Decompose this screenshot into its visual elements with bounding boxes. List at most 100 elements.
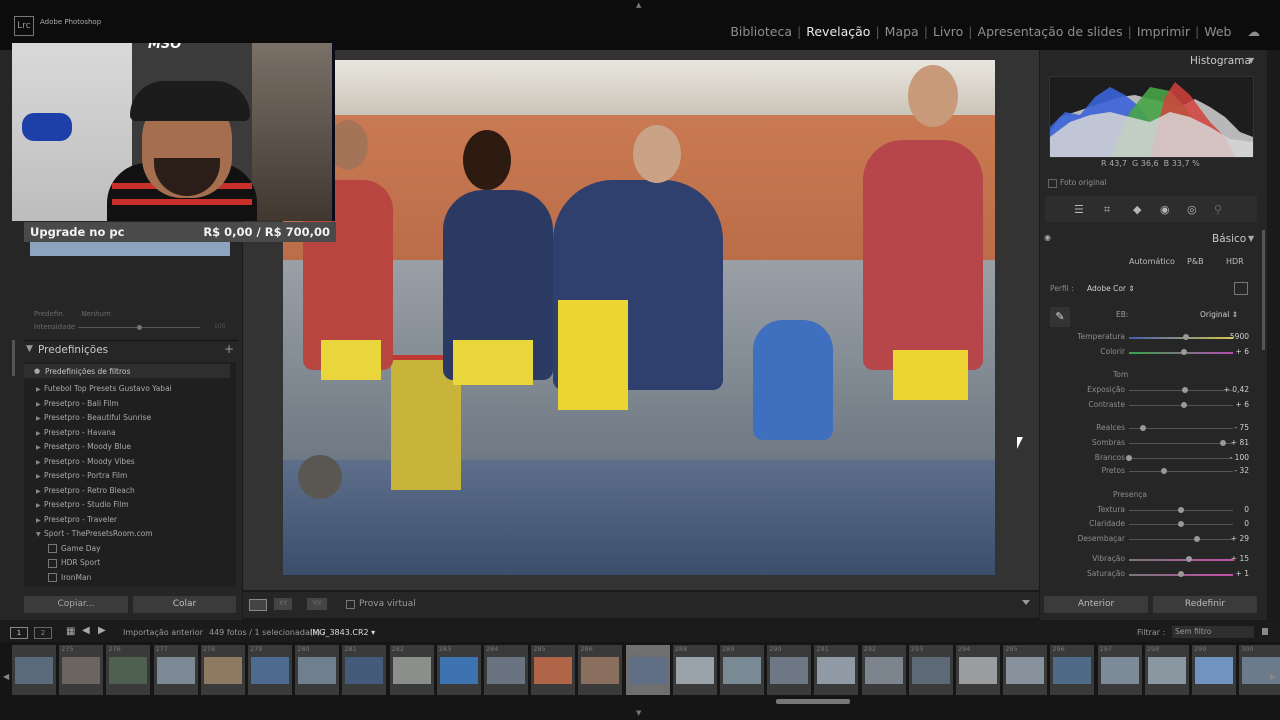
preset-group[interactable]: ▶ Presetpro - Moody Blue xyxy=(36,442,131,451)
preset-item[interactable]: IronMan xyxy=(48,573,91,582)
auto-button[interactable]: Automático xyxy=(1129,257,1175,266)
filmstrip-thumb[interactable]: 276 xyxy=(106,645,151,695)
collapsed-triangle-icon[interactable]: ▶ xyxy=(36,430,44,437)
masking-icon[interactable]: ◎ xyxy=(1187,203,1197,216)
slider-knob[interactable] xyxy=(1183,334,1190,340)
histogram-title[interactable]: Histograma xyxy=(1190,55,1251,67)
filmstrip-thumb[interactable]: 277 xyxy=(153,645,198,695)
slider-brancos[interactable]: Brancos - 100 xyxy=(1045,453,1257,465)
collapsed-triangle-icon[interactable]: ▶ xyxy=(36,386,44,393)
slider-desembacar[interactable]: Desembaçar + 29 xyxy=(1045,534,1257,546)
slider-knob[interactable] xyxy=(1193,536,1200,542)
filmstrip-thumb[interactable]: 297 xyxy=(1097,645,1142,695)
slider-value[interactable]: - 32 xyxy=(1234,466,1249,475)
slider-knob[interactable] xyxy=(1181,349,1188,355)
slider-pretos[interactable]: Pretos - 32 xyxy=(1045,466,1257,478)
slider-value[interactable]: + 6 xyxy=(1236,347,1249,356)
histogram[interactable] xyxy=(1049,76,1254,158)
slider-knob[interactable] xyxy=(1186,556,1193,562)
basic-title[interactable]: Básico xyxy=(1212,233,1246,245)
filmstrip-thumb[interactable]: 278 xyxy=(200,645,245,695)
module-0[interactable]: Biblioteca xyxy=(726,24,796,39)
slider-track[interactable] xyxy=(1129,539,1233,540)
filmstrip-thumb[interactable]: 288 xyxy=(672,645,717,695)
slider-claridade[interactable]: Claridade 0 xyxy=(1045,519,1257,531)
preset-group[interactable]: ▶ Presetpro - Havana xyxy=(36,428,116,437)
filmstrip-scroll-left-icon[interactable]: ◀ xyxy=(3,672,9,681)
crop-icon[interactable]: ⌗ xyxy=(1104,203,1110,217)
source-label[interactable]: Importação anterior xyxy=(123,628,203,637)
right-panel-scrollbar[interactable] xyxy=(1262,230,1265,350)
module-2[interactable]: Mapa xyxy=(881,24,923,39)
brush-icon[interactable]: ⚲ xyxy=(1214,203,1222,216)
slider-value[interactable]: + 15 xyxy=(1231,554,1249,563)
slider-value[interactable]: + 81 xyxy=(1231,438,1249,447)
filmstrip-thumb[interactable]: 279 xyxy=(248,645,292,695)
main-window-button[interactable]: 1 xyxy=(10,627,28,639)
slider-colorir[interactable]: Colorir + 6 xyxy=(1045,347,1257,359)
module-5[interactable]: Imprimir xyxy=(1133,24,1194,39)
filmstrip-thumb[interactable]: 292 xyxy=(861,645,906,695)
filmstrip-thumb[interactable]: 289 xyxy=(720,645,764,695)
toolbar-menu-chevron-icon[interactable] xyxy=(1022,600,1030,605)
filmstrip-thumb[interactable]: 298 xyxy=(1144,645,1189,695)
collapsed-triangle-icon[interactable]: ▶ xyxy=(36,444,44,451)
loupe-view-button[interactable] xyxy=(249,599,267,611)
left-panel-scrollbar[interactable] xyxy=(12,340,15,376)
presets-panel-header[interactable]: ▼ Predefinições + xyxy=(24,340,238,359)
preset-group[interactable]: ▶ Presetpro - Portra Film xyxy=(36,471,127,480)
filmstrip-thumb[interactable]: 285 xyxy=(531,645,576,695)
edit-sliders-icon[interactable]: ☰ xyxy=(1074,203,1084,216)
collapsed-triangle-icon[interactable]: ▶ xyxy=(36,488,44,495)
module-3[interactable]: Livro xyxy=(929,24,967,39)
slider-track[interactable] xyxy=(1129,390,1233,391)
expanded-triangle-icon[interactable]: ▼ xyxy=(36,531,44,538)
slider-saturacao[interactable]: Saturação + 1 xyxy=(1045,569,1257,581)
preset-group[interactable]: ▶ Presetpro - Studio Film xyxy=(36,500,129,509)
slider-track[interactable] xyxy=(1129,471,1233,472)
reset-button[interactable]: Redefinir xyxy=(1153,596,1257,613)
collapsed-triangle-icon[interactable]: ▶ xyxy=(36,473,44,480)
slider-knob[interactable] xyxy=(1161,468,1168,474)
preset-group[interactable]: ▶ Presetpro - Moody Vibes xyxy=(36,457,135,466)
filmstrip-thumb[interactable]: 290 xyxy=(767,645,812,695)
module-6[interactable]: Web xyxy=(1200,24,1235,39)
slider-value[interactable]: 5900 xyxy=(1230,332,1249,341)
paste-button[interactable]: Colar xyxy=(133,596,236,613)
preset-item[interactable]: HDR Sport xyxy=(48,558,100,568)
slider-track[interactable] xyxy=(1129,458,1233,459)
filmstrip-thumb[interactable]: 287 xyxy=(625,645,670,695)
slider-knob[interactable] xyxy=(1181,402,1188,408)
filmstrip-thumb[interactable]: 284 xyxy=(484,645,528,695)
filmstrip-thumb[interactable]: 281 xyxy=(342,645,387,695)
slider-value[interactable]: + 1 xyxy=(1236,569,1249,578)
slider-track[interactable] xyxy=(1129,443,1233,444)
preset-group[interactable]: ▼ Sport - ThePresetsRoom.com xyxy=(36,529,153,538)
slider-realces[interactable]: Realces - 75 xyxy=(1045,423,1257,435)
filmstrip-thumb[interactable]: 280 xyxy=(295,645,340,695)
preset-filter-row[interactable]: ● Predefinições de filtros xyxy=(24,364,230,378)
filmstrip-thumb[interactable]: 299 xyxy=(1192,645,1236,695)
wb-select[interactable]: Original ⇕ xyxy=(1200,310,1238,319)
slider-value[interactable]: - 75 xyxy=(1234,423,1249,432)
module-4[interactable]: Apresentação de slides xyxy=(974,24,1127,39)
slider-track[interactable] xyxy=(1129,337,1233,339)
slider-knob[interactable] xyxy=(1219,440,1226,446)
filmstrip-thumb[interactable]: 295 xyxy=(1003,645,1048,695)
module-1[interactable]: Revelação xyxy=(802,24,874,39)
filmstrip-thumb[interactable]: 296 xyxy=(1050,645,1095,695)
filmstrip-thumb[interactable]: 275 xyxy=(59,645,104,695)
copy-button[interactable]: Copiar... xyxy=(24,596,128,613)
filmstrip-thumb[interactable]: 291 xyxy=(814,645,859,695)
current-file[interactable]: IMG_3843.CR2 ▾ xyxy=(310,628,375,637)
profile-browser-grid-icon[interactable] xyxy=(1234,282,1248,295)
histogram-collapse-icon[interactable]: ▼ xyxy=(1248,56,1254,65)
filmstrip-scroll-right-icon[interactable]: ▶ xyxy=(1270,672,1276,681)
bw-button[interactable]: P&B xyxy=(1187,257,1204,266)
collapsed-triangle-icon[interactable]: ▶ xyxy=(36,415,44,422)
grid-view-icon[interactable]: ▦ xyxy=(66,626,75,637)
filmstrip-thumb[interactable]: 293 xyxy=(908,645,953,695)
filmstrip-thumb[interactable]: 283 xyxy=(436,645,481,695)
filmstrip-thumb[interactable]: 294 xyxy=(956,645,1000,695)
previous-button[interactable]: Anterior xyxy=(1044,596,1148,613)
